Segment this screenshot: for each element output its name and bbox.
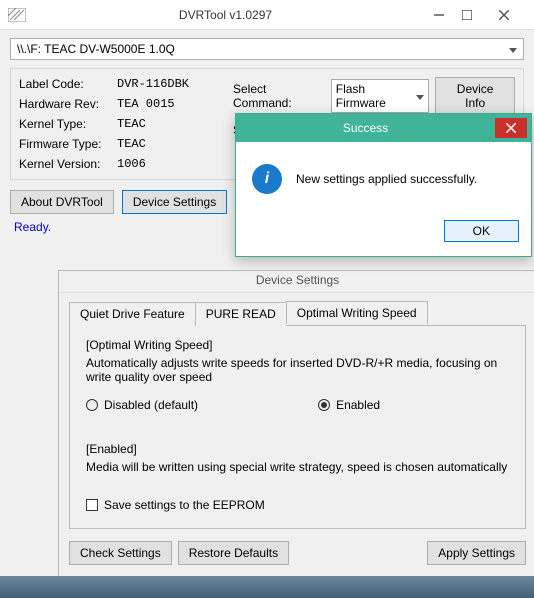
minimize-button[interactable] — [425, 5, 453, 25]
maximize-button[interactable] — [453, 5, 481, 25]
label-code-value: DVR-116DBK — [117, 77, 227, 91]
chevron-down-icon — [416, 89, 424, 103]
radio-disabled-label: Disabled (default) — [104, 398, 198, 412]
tab-optimal-writing-speed[interactable]: Optimal Writing Speed — [286, 301, 428, 325]
main-titlebar: DVRTool v1.0297 — [0, 0, 534, 30]
save-eeprom-label: Save settings to the EEPROM — [104, 498, 265, 512]
radio-on-icon — [318, 399, 330, 411]
label-code-label: Label Code: — [19, 77, 111, 91]
dialog-message: New settings applied successfully. — [296, 172, 477, 186]
save-eeprom-checkbox[interactable]: Save settings to the EEPROM — [86, 498, 509, 512]
command-select-value: Flash Firmware — [336, 82, 413, 110]
info-icon: i — [252, 164, 282, 194]
hw-rev-value: TEA 0015 — [117, 97, 227, 111]
tab-quiet-drive[interactable]: Quiet Drive Feature — [69, 302, 196, 326]
device-info-button[interactable]: Device Info — [435, 77, 515, 115]
kernel-ver-label: Kernel Version: — [19, 157, 111, 171]
drive-select-text: \\.\F: TEAC DV-W5000E 1.0Q — [17, 42, 175, 56]
apply-settings-button[interactable]: Apply Settings — [427, 541, 526, 565]
dialog-titlebar: Success — [236, 114, 531, 142]
enabled-description: Media will be written using special writ… — [86, 460, 509, 474]
dialog-ok-button[interactable]: OK — [444, 220, 519, 242]
success-dialog: Success i New settings applied successfu… — [235, 113, 532, 257]
radio-enabled-label: Enabled — [336, 398, 380, 412]
check-settings-button[interactable]: Check Settings — [69, 541, 172, 565]
fw-type-label: Firmware Type: — [19, 137, 111, 151]
radio-off-icon — [86, 399, 98, 411]
drive-select[interactable]: \\.\F: TEAC DV-W5000E 1.0Q — [10, 38, 524, 60]
hw-rev-label: Hardware Rev: — [19, 97, 111, 111]
enabled-header: [Enabled] — [86, 442, 509, 456]
tab-body: [Optimal Writing Speed] Automatically ad… — [69, 326, 526, 529]
window-title: DVRTool v1.0297 — [26, 8, 425, 22]
ows-description: Automatically adjusts write speeds for i… — [86, 356, 509, 384]
device-settings-title: Device Settings — [59, 271, 534, 293]
fw-type-value: TEAC — [117, 137, 227, 151]
command-select[interactable]: Flash Firmware — [331, 79, 430, 113]
device-settings-button[interactable]: Device Settings — [122, 190, 227, 214]
radio-enabled[interactable]: Enabled — [318, 398, 380, 412]
ows-header: [Optimal Writing Speed] — [86, 338, 509, 352]
dialog-close-button[interactable] — [495, 118, 527, 138]
about-button[interactable]: About DVRTool — [10, 190, 114, 214]
kernel-ver-value: 1006 — [117, 157, 227, 171]
dialog-title: Success — [236, 121, 495, 135]
close-button[interactable] — [481, 5, 526, 25]
select-command-label: Select Command: — [233, 82, 325, 110]
checkbox-icon — [86, 499, 98, 511]
tab-pure-read[interactable]: PURE READ — [195, 302, 287, 326]
settings-tabs: Quiet Drive Feature PURE READ Optimal Wr… — [69, 301, 526, 326]
app-icon — [8, 8, 26, 22]
kernel-type-label: Kernel Type: — [19, 117, 111, 131]
kernel-type-value: TEAC — [117, 117, 227, 131]
radio-disabled[interactable]: Disabled (default) — [86, 398, 198, 412]
restore-defaults-button[interactable]: Restore Defaults — [178, 541, 289, 565]
desktop-strip — [0, 576, 534, 598]
chevron-down-icon — [509, 42, 517, 56]
device-settings-window: Device Settings Quiet Drive Feature PURE… — [58, 270, 534, 577]
